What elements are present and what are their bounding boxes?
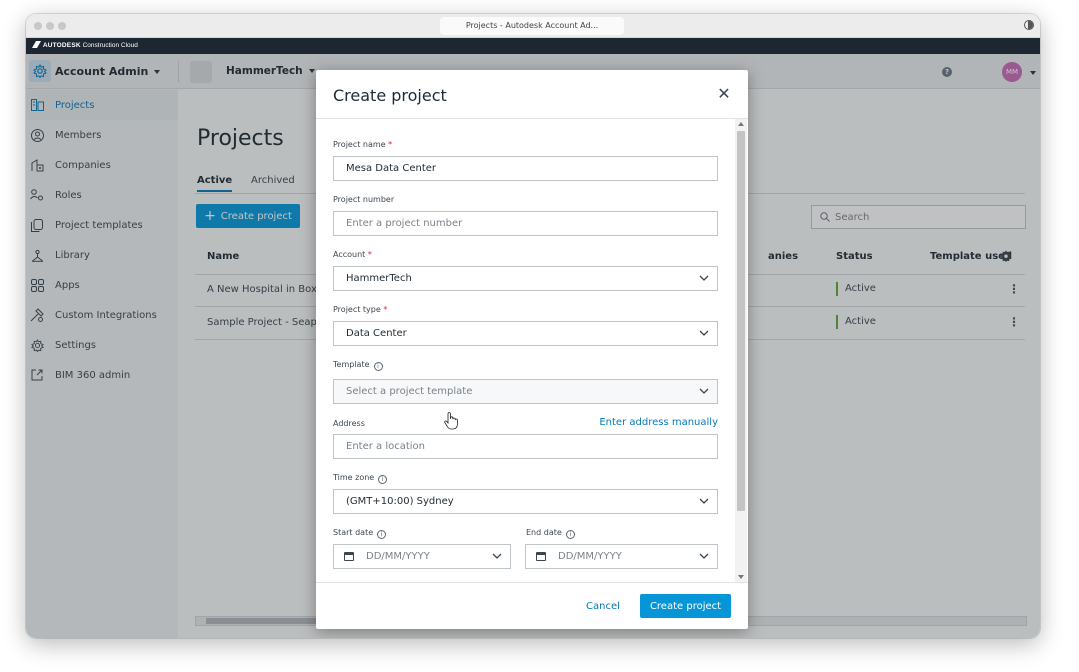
info-icon[interactable]: i: [565, 530, 575, 539]
scrollbar-thumb[interactable]: [737, 131, 745, 511]
chevron-down-icon: [699, 330, 709, 336]
create-project-submit-button[interactable]: Create project: [640, 594, 731, 618]
close-window-icon[interactable]: [34, 22, 42, 30]
autodesk-mark-icon: [32, 41, 41, 48]
end-date-label: End date i: [526, 528, 575, 539]
calendar-icon: [536, 552, 546, 561]
project-type-label: Project type *: [333, 305, 388, 314]
scroll-down-icon[interactable]: [738, 575, 744, 579]
project-type-select[interactable]: Data Center: [333, 321, 718, 346]
address-field[interactable]: Enter a location: [333, 434, 718, 459]
chevron-down-icon: [699, 388, 709, 394]
time-zone-select[interactable]: (GMT+10:00) Sydney: [333, 489, 718, 514]
info-icon[interactable]: i: [377, 530, 387, 539]
zoom-window-icon[interactable]: [58, 22, 66, 30]
enter-address-manually-link[interactable]: Enter address manually: [599, 417, 718, 428]
browser-titlebar: Projects - Autodesk Account Ad...: [26, 14, 1040, 38]
chevron-down-icon: [699, 275, 709, 281]
cancel-button[interactable]: Cancel: [578, 594, 628, 618]
info-icon[interactable]: i: [378, 475, 388, 484]
chevron-down-icon: [492, 553, 502, 559]
dialog-title: Create project: [333, 86, 447, 105]
start-date-label: Start date i: [333, 528, 387, 539]
project-name-field[interactable]: Mesa Data Center: [333, 156, 718, 181]
calendar-icon: [344, 552, 354, 561]
create-project-dialog: Create project ✕ Project name * Mesa Dat…: [316, 70, 748, 629]
end-date-picker[interactable]: DD/MM/YYYY: [525, 544, 718, 569]
scroll-up-icon[interactable]: [738, 122, 744, 126]
autodesk-logo: AUTODESK Construction Cloud: [32, 41, 138, 49]
time-zone-label: Time zone i: [333, 473, 388, 484]
project-number-field[interactable]: Enter a project number: [333, 211, 718, 236]
info-icon[interactable]: i: [373, 362, 383, 371]
divider: [316, 582, 748, 583]
minimize-window-icon[interactable]: [46, 22, 54, 30]
start-date-picker[interactable]: DD/MM/YYYY: [333, 544, 511, 569]
browser-tab[interactable]: Projects - Autodesk Account Ad...: [440, 17, 624, 35]
appearance-toggle-icon[interactable]: [1024, 20, 1034, 30]
browser-window: Projects - Autodesk Account Ad... AUTODE…: [26, 14, 1040, 638]
address-label: Address: [333, 419, 365, 428]
close-icon[interactable]: ✕: [717, 86, 731, 102]
project-number-label: Project number: [333, 195, 395, 204]
hand-cursor-icon: [444, 412, 458, 430]
divider: [316, 118, 748, 119]
chevron-down-icon: [699, 498, 709, 504]
chevron-down-icon: [699, 553, 709, 559]
project-name-label: Project name *: [333, 140, 393, 149]
template-select[interactable]: Select a project template: [333, 379, 718, 404]
vertical-scrollbar[interactable]: [735, 119, 747, 582]
account-select[interactable]: HammerTech: [333, 266, 718, 291]
template-label: Template i: [333, 360, 383, 371]
account-label: Account *: [333, 250, 372, 259]
brand-bar: AUTODESK Construction Cloud: [26, 38, 1040, 54]
